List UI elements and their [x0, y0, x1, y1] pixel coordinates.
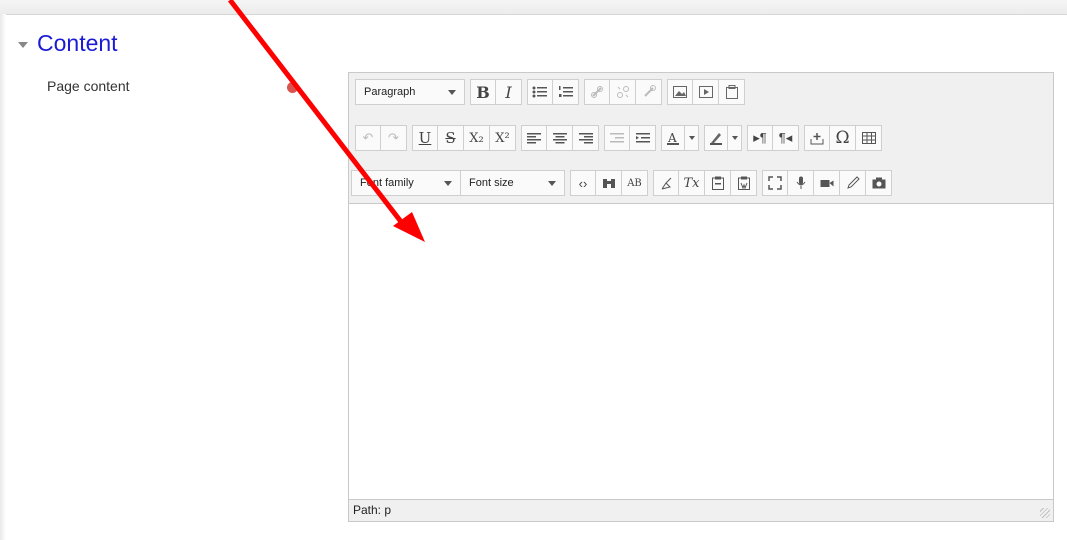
page-frame: Content Page content Paragraph B I ↶ ↷ U…: [0, 0, 1067, 540]
annotation-arrow: [228, 0, 425, 242]
arrow-shaft: [228, 0, 404, 225]
